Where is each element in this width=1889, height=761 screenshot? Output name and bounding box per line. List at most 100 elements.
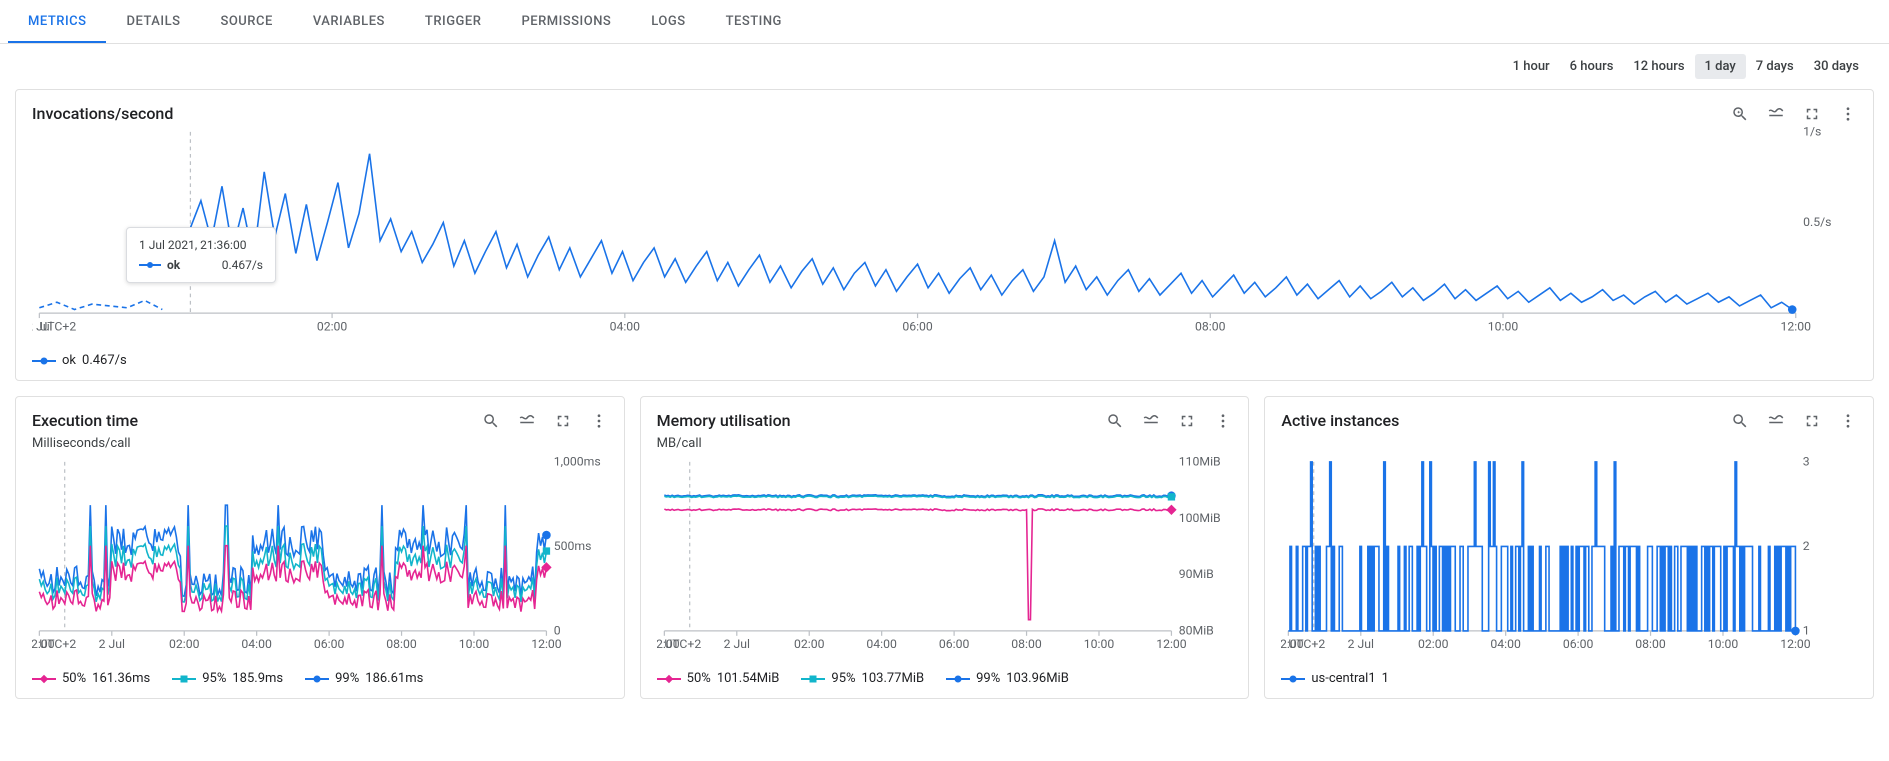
svg-text:2 Jul: 2 Jul: [32, 319, 53, 333]
panel-subtitle: MB/call: [641, 434, 1249, 457]
svg-text:02:00: 02:00: [1418, 637, 1449, 651]
svg-text:08:00: 08:00: [1636, 637, 1667, 651]
more-menu-icon[interactable]: [1839, 105, 1857, 123]
svg-text:3: 3: [1803, 457, 1810, 469]
time-range-30-days[interactable]: 30 days: [1804, 54, 1869, 79]
tooltip-series-label: ok: [167, 258, 180, 272]
chart-legend: 50% 161.36ms 95% 185.9ms 99% 186.61ms: [16, 665, 624, 698]
time-range-selector: 1 hour6 hours12 hours1 day7 days30 days: [0, 44, 1889, 89]
svg-text:04:00: 04:00: [241, 637, 272, 651]
legend-item[interactable]: ok 0.467/s: [32, 353, 127, 368]
svg-text:04:00: 04:00: [610, 319, 641, 333]
tab-variables[interactable]: VARIABLES: [293, 0, 405, 43]
time-range-7-days[interactable]: 7 days: [1746, 54, 1804, 79]
legend-item[interactable]: 99% 103.96MiB: [946, 671, 1069, 686]
svg-text:UTC+2: UTC+2: [1289, 637, 1326, 651]
legend-item[interactable]: 50% 101.54MiB: [657, 671, 780, 686]
svg-text:1: 1: [1803, 624, 1810, 638]
tab-logs[interactable]: LOGS: [631, 0, 705, 43]
svg-text:06:00: 06:00: [314, 637, 345, 651]
fullscreen-icon[interactable]: [554, 412, 572, 430]
svg-text:06:00: 06:00: [902, 319, 933, 333]
svg-text:12:00: 12:00: [1781, 637, 1812, 651]
svg-text:08:00: 08:00: [386, 637, 417, 651]
svg-text:UTC+2: UTC+2: [664, 637, 701, 651]
time-range-6-hours[interactable]: 6 hours: [1560, 54, 1624, 79]
svg-text:10:00: 10:00: [1083, 637, 1114, 651]
more-menu-icon[interactable]: [590, 412, 608, 430]
legend-item[interactable]: 95% 103.77MiB: [801, 671, 924, 686]
panel-execution-time: Execution time Milliseconds/call 0 500ms 1…: [15, 396, 625, 699]
svg-text:0: 0: [554, 624, 561, 638]
panel-toolbar: [482, 412, 608, 430]
panel-toolbar: [1731, 105, 1857, 123]
legend-item[interactable]: 99% 186.61ms: [305, 671, 423, 686]
fullscreen-icon[interactable]: [1803, 105, 1821, 123]
chart-tooltip: 1 Jul 2021, 21:36:00 ok 0.467/s: [126, 227, 276, 283]
chart-legend: 50% 101.54MiB 95% 103.77MiB 99% 103.96MiB: [641, 665, 1249, 698]
time-range-12-hours[interactable]: 12 hours: [1623, 54, 1694, 79]
svg-text:08:00: 08:00: [1011, 637, 1042, 651]
panel-title: Invocations/second: [32, 104, 1731, 123]
reset-zoom-icon[interactable]: [1731, 105, 1749, 123]
reset-zoom-icon[interactable]: [482, 412, 500, 430]
svg-text:80MiB: 80MiB: [1178, 624, 1213, 638]
panel-title: Active instances: [1281, 411, 1731, 430]
svg-text:02:00: 02:00: [169, 637, 200, 651]
panel-toolbar: [1731, 412, 1857, 430]
tab-metrics[interactable]: METRICS: [8, 0, 106, 43]
legend-item[interactable]: 95% 185.9ms: [172, 671, 283, 686]
legend-toggle-icon[interactable]: [1767, 105, 1785, 123]
more-menu-icon[interactable]: [1214, 412, 1232, 430]
svg-text:2 Jul: 2 Jul: [723, 637, 749, 651]
legend-toggle-icon[interactable]: [1142, 412, 1160, 430]
panel-toolbar: [1106, 412, 1232, 430]
chart-legend: ok 0.467/s: [16, 347, 1873, 380]
panel-invocations: Invocations/second UTC+20.5/s1/s2 Jul02:…: [15, 89, 1874, 381]
chart-area[interactable]: 0500ms1,000ms22:002 Jul02:0004:0006:0008…: [16, 457, 624, 665]
chart-area[interactable]: 80MiB90MiB100MiB110MiB22:002 Jul02:0004:…: [641, 457, 1249, 665]
panel-subtitle: Milliseconds/call: [16, 434, 624, 457]
tab-trigger[interactable]: TRIGGER: [405, 0, 502, 43]
panel-memory: Memory utilisation MB/call 80MiB90MiB100…: [640, 396, 1250, 699]
tab-details[interactable]: DETAILS: [106, 0, 200, 43]
chart-area[interactable]: 12322:002 Jul02:0004:0006:0008:0010:0012…: [1265, 457, 1873, 665]
svg-text:110MiB: 110MiB: [1178, 457, 1220, 469]
svg-text:0.5/s: 0.5/s: [1803, 215, 1831, 229]
svg-text:06:00: 06:00: [939, 637, 970, 651]
svg-text:2 Jul: 2 Jul: [99, 637, 125, 651]
legend-toggle-icon[interactable]: [1767, 412, 1785, 430]
svg-text:1,000ms: 1,000ms: [554, 457, 601, 469]
svg-text:12:00: 12:00: [1781, 319, 1812, 333]
tab-testing[interactable]: TESTING: [706, 0, 802, 43]
legend-item[interactable]: 50% 161.36ms: [32, 671, 150, 686]
legend-toggle-icon[interactable]: [518, 412, 536, 430]
time-range-1-day[interactable]: 1 day: [1695, 54, 1746, 79]
tab-permissions[interactable]: PERMISSIONS: [501, 0, 631, 43]
fullscreen-icon[interactable]: [1803, 412, 1821, 430]
panel-title: Memory utilisation: [657, 411, 1107, 430]
svg-text:12:00: 12:00: [531, 637, 562, 651]
panel-subtitle: [1265, 434, 1873, 457]
svg-text:2: 2: [1803, 539, 1810, 553]
chart-legend: us-central1 1: [1265, 665, 1873, 698]
tab-source[interactable]: SOURCE: [200, 0, 292, 43]
legend-item[interactable]: us-central1 1: [1281, 671, 1389, 686]
svg-text:04:00: 04:00: [866, 637, 897, 651]
reset-zoom-icon[interactable]: [1106, 412, 1124, 430]
time-range-1-hour[interactable]: 1 hour: [1503, 54, 1560, 79]
chart-area[interactable]: UTC+20.5/s1/s2 Jul02:0004:0006:0008:0010…: [16, 127, 1873, 347]
panel-title: Execution time: [32, 411, 482, 430]
svg-text:100MiB: 100MiB: [1178, 511, 1220, 525]
svg-text:10:00: 10:00: [459, 637, 490, 651]
svg-text:12:00: 12:00: [1156, 637, 1187, 651]
svg-text:500ms: 500ms: [554, 539, 592, 553]
fullscreen-icon[interactable]: [1178, 412, 1196, 430]
svg-text:08:00: 08:00: [1195, 319, 1226, 333]
panel-active-instances: Active instances 12322:002 Jul02:0004:00…: [1264, 396, 1874, 699]
svg-text:02:00: 02:00: [794, 637, 825, 651]
svg-text:02:00: 02:00: [317, 319, 348, 333]
reset-zoom-icon[interactable]: [1731, 412, 1749, 430]
more-menu-icon[interactable]: [1839, 412, 1857, 430]
tooltip-value: 0.467/s: [222, 258, 263, 272]
